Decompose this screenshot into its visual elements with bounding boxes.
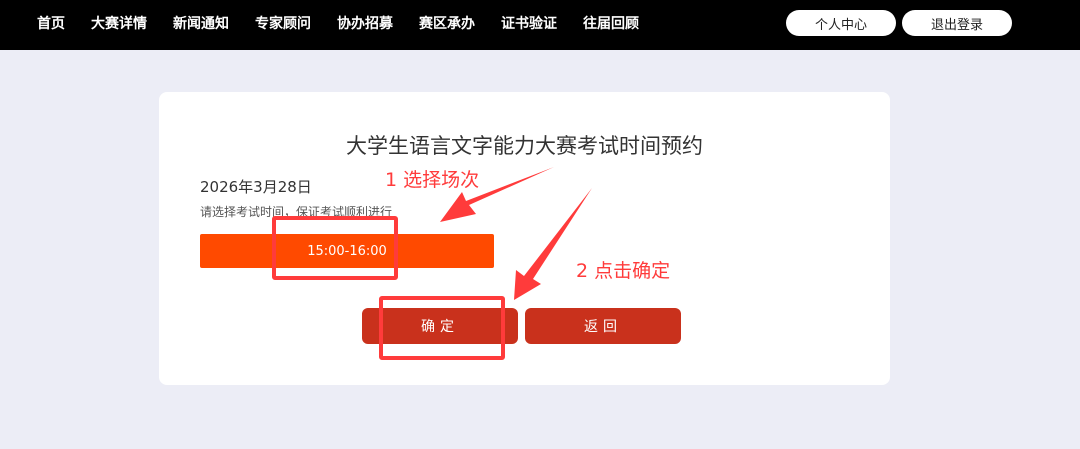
step-2-label: 2 点击确定 bbox=[576, 260, 671, 282]
arrow-to-confirm bbox=[514, 188, 592, 300]
annotation-arrows bbox=[440, 167, 592, 300]
step-1-label: 1 选择场次 bbox=[385, 169, 480, 191]
